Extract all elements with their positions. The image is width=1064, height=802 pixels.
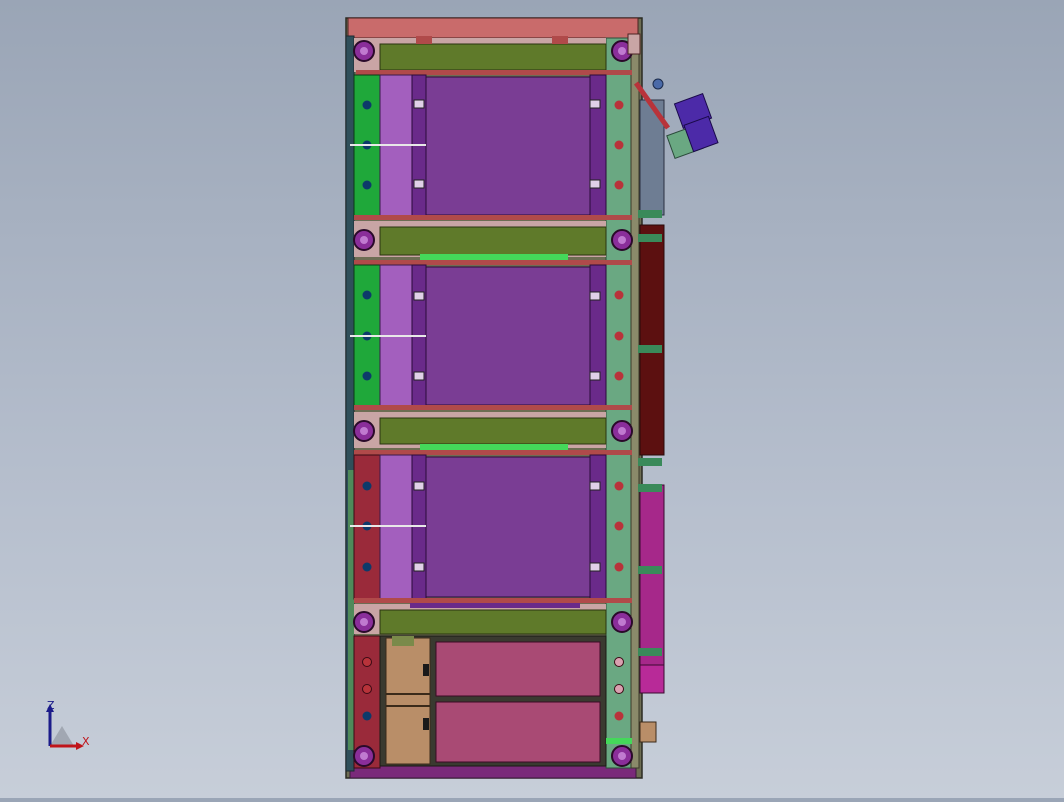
left-light-strip bbox=[348, 470, 354, 750]
assembly-model[interactable] bbox=[0, 0, 1064, 798]
right-side-panels bbox=[638, 99, 665, 743]
top-bracket-left bbox=[416, 36, 432, 44]
triad-x-label: X bbox=[82, 735, 90, 748]
triad-z-label: Z bbox=[47, 699, 55, 712]
chamber-2 bbox=[350, 264, 632, 410]
top-right-tab bbox=[627, 33, 641, 55]
cad-viewport[interactable]: Z X bbox=[0, 0, 1064, 798]
chamber-1 bbox=[350, 74, 632, 220]
top-bracket-right bbox=[552, 36, 568, 44]
beam-4 bbox=[353, 603, 633, 635]
coordinate-triad: Z X bbox=[38, 698, 98, 758]
top-plate bbox=[347, 17, 639, 39]
bottom-cabinet bbox=[353, 635, 633, 769]
chamber-3 bbox=[350, 454, 632, 603]
bottom-plate bbox=[349, 765, 637, 779]
beam-1 bbox=[353, 38, 633, 75]
triad-plane bbox=[50, 726, 74, 746]
right-outer-rail bbox=[630, 37, 640, 769]
